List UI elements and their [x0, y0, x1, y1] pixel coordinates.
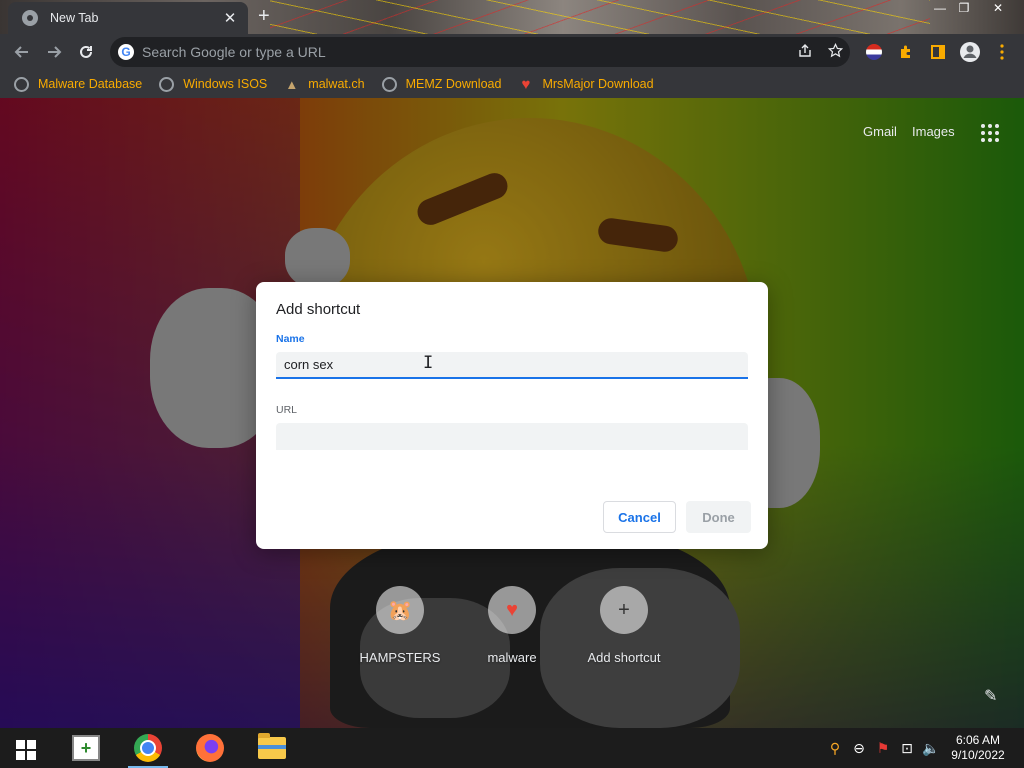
- address-bar[interactable]: G Search Google or type a URL: [110, 37, 850, 67]
- name-field[interactable]: [276, 352, 748, 379]
- plus-icon: +: [600, 586, 648, 634]
- reload-icon: [80, 45, 92, 58]
- bookmark-malware-database[interactable]: Malware Database: [14, 76, 143, 92]
- side-panel-icon[interactable]: [924, 38, 952, 66]
- gmail-link[interactable]: Gmail: [863, 124, 897, 139]
- share-icon[interactable]: [790, 43, 820, 61]
- bookmark-label: malwat.ch: [308, 77, 365, 91]
- new-tab-button[interactable]: +: [258, 6, 270, 26]
- clock-date: 9/10/2022: [951, 748, 1005, 762]
- bookmark-memz-download[interactable]: MEMZ Download: [381, 76, 502, 92]
- dialog-title: Add shortcut: [276, 301, 361, 318]
- firefox-icon: [196, 734, 224, 762]
- globe-icon: [159, 76, 175, 92]
- bookmarks-bar: Malware Database Windows ISOS ▲ malwat.c…: [0, 70, 1024, 98]
- heart-icon: ♥: [521, 75, 531, 93]
- windows-taskbar: + ⚲ ⊖ ⚑ ⊡ 🔈 6:06 AM 9/10/2022: [0, 728, 1024, 768]
- flag-extension-icon[interactable]: [860, 38, 888, 66]
- shortcut-label: malware: [487, 650, 537, 665]
- images-link[interactable]: Images: [912, 124, 955, 139]
- bookmark-label: Windows ISOS: [183, 77, 268, 91]
- search-magnifier-icon[interactable]: ⚲: [826, 740, 844, 757]
- shortcut-label: Add shortcut: [587, 650, 661, 665]
- shortcut-add[interactable]: + Add shortcut: [574, 586, 674, 665]
- taskbar-chrome[interactable]: [124, 728, 172, 768]
- bookmark-label: MrsMajor Download: [542, 77, 654, 91]
- globe-icon: [14, 76, 29, 92]
- action-center-flag-icon[interactable]: ⚑: [874, 740, 892, 757]
- add-shortcut-dialog: Add shortcut Name I URL Cancel Done: [256, 282, 768, 549]
- bookmark-malwatch[interactable]: ▲ malwat.ch: [284, 77, 364, 92]
- theme-background: [270, 0, 930, 34]
- text-cursor-icon: I: [423, 353, 434, 373]
- bookmark-label: MEMZ Download: [405, 77, 502, 91]
- forward-arrow-icon: [48, 46, 62, 58]
- google-apps-grid-icon[interactable]: [981, 124, 999, 142]
- close-window-button[interactable]: ✕: [982, 0, 1014, 18]
- system-clock[interactable]: 6:06 AM 9/10/2022: [944, 733, 1012, 763]
- bookmark-star-icon[interactable]: [820, 42, 850, 61]
- menu-kebab-icon[interactable]: [988, 38, 1016, 66]
- url-label: URL: [276, 404, 298, 416]
- tab-title: New Tab: [50, 11, 99, 25]
- cancel-button[interactable]: Cancel: [603, 501, 676, 533]
- done-button[interactable]: Done: [686, 501, 751, 533]
- name-label: Name: [276, 333, 305, 345]
- reload-button[interactable]: [70, 36, 102, 68]
- customize-pencil-icon[interactable]: ✎: [984, 686, 997, 706]
- taskbar-app-green[interactable]: +: [62, 728, 110, 768]
- back-arrow-icon: [14, 46, 28, 58]
- chrome-icon: [134, 734, 162, 762]
- shortcut-label: HAMPSTERS: [359, 650, 441, 665]
- medical-plus-app-icon: +: [72, 735, 100, 761]
- focus-assist-icon[interactable]: ⊖: [850, 740, 868, 757]
- shortcut-malware[interactable]: ♥ malware: [462, 586, 562, 665]
- google-g-icon: G: [118, 44, 134, 60]
- bear-icon: ▲: [285, 76, 299, 92]
- network-icon[interactable]: ⊡: [898, 740, 916, 757]
- forward-button[interactable]: [38, 36, 70, 68]
- windows-start-icon[interactable]: [16, 740, 36, 760]
- url-field[interactable]: [276, 423, 748, 450]
- tab-close-icon[interactable]: ✕: [222, 9, 238, 27]
- hamster-icon: 🐹: [376, 586, 424, 634]
- tab-new-tab[interactable]: New Tab ✕: [8, 2, 248, 34]
- address-bar-placeholder: Search Google or type a URL: [142, 44, 326, 60]
- shortcut-hampsters[interactable]: 🐹 HAMPSTERS: [350, 586, 450, 665]
- maximize-button[interactable]: ❐: [948, 0, 980, 18]
- bookmark-windows-isos[interactable]: Windows ISOS: [159, 76, 268, 92]
- folder-icon: [258, 733, 286, 759]
- chrome-favicon-icon: [22, 10, 38, 26]
- profile-avatar-icon[interactable]: [956, 38, 984, 66]
- clock-time: 6:06 AM: [955, 733, 1001, 747]
- back-button[interactable]: [6, 36, 38, 68]
- bookmark-label: Malware Database: [38, 77, 143, 91]
- extensions-puzzle-icon[interactable]: [892, 38, 920, 66]
- volume-icon[interactable]: 🔈: [922, 740, 940, 757]
- browser-toolbar: G Search Google or type a URL: [0, 34, 1024, 70]
- taskbar-file-explorer[interactable]: [248, 728, 296, 768]
- bookmark-mrsmajor-download[interactable]: ♥ MrsMajor Download: [518, 75, 654, 93]
- heart-icon: ♥: [488, 586, 536, 634]
- globe-icon: [381, 76, 397, 92]
- taskbar-firefox[interactable]: [186, 728, 234, 768]
- title-bar: New Tab ✕ + — ❐ ✕: [0, 0, 1024, 34]
